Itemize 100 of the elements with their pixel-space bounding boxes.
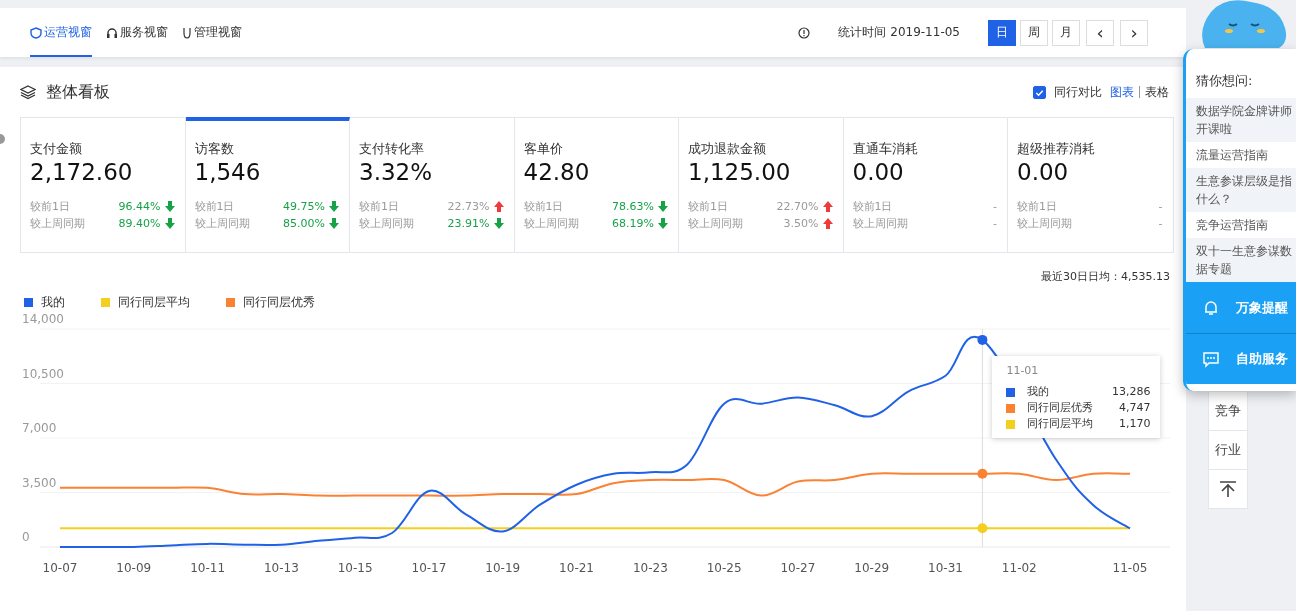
side-nav-item[interactable]: 行业 (1208, 431, 1248, 470)
nav-tab[interactable]: 管理视窗 (182, 8, 242, 57)
metric-value: 3.32% (359, 159, 434, 185)
legend-label[interactable]: 同行同层优秀 (243, 294, 315, 311)
nav-tab[interactable]: 运营视窗 (30, 8, 92, 57)
question-link[interactable]: 竞争运营指南 (1186, 212, 1296, 238)
comparison-label: 较上周同期 (523, 216, 579, 232)
comparison-label: 较上周同期 (194, 216, 250, 232)
comparison-change: 49.75% (283, 199, 325, 215)
data-point (977, 334, 988, 345)
view-toggle[interactable]: 图表 (1110, 83, 1134, 101)
comparison-change: 23.91% (447, 216, 490, 232)
comparison-change: 3.50% (783, 216, 819, 232)
metric-label: 超级推荐消耗 (1017, 140, 1096, 158)
metric-value: 0.00 (852, 159, 905, 185)
question-link[interactable]: 生意参谋层级是指什么？ (1186, 168, 1296, 212)
tooltip-value: 4,747 (1118, 400, 1151, 416)
comparison-change: - (1158, 216, 1163, 232)
tooltip-series-name: 同行同层平均 (1027, 416, 1095, 432)
comparison-change: 78.63% (612, 199, 654, 215)
x-axis-label: 11-05 (1112, 561, 1148, 575)
period-button[interactable]: 月 (1052, 19, 1080, 46)
comparison-label: 较前1日 (1017, 199, 1057, 215)
x-axis-label: 10-15 (337, 561, 373, 575)
comparison-label: 较前1日 (852, 199, 893, 215)
x-axis-label: 10-07 (42, 561, 78, 575)
y-axis-label: 14,000 (22, 313, 64, 326)
tooltip-value: 1,170 (1118, 416, 1151, 432)
back-to-top-icon (1219, 480, 1237, 498)
question-link[interactable]: 数据学院金牌讲师开课啦 (1186, 98, 1296, 142)
legend-label[interactable]: 同行同层平均 (118, 294, 190, 311)
metric-card[interactable]: 直通车消耗 0.00 较前1日 - 较上周同期 - (843, 117, 1008, 252)
comparison-label: 较前1日 (359, 199, 399, 215)
scroll-left-icon[interactable] (0, 132, 6, 146)
comparison-change: 89.40% (118, 216, 161, 232)
metric-label: 直通车消耗 (852, 140, 919, 158)
period-button[interactable]: 日 (988, 19, 1016, 46)
comparison-label: 较上周同期 (359, 216, 414, 232)
back-to-top-button[interactable] (1208, 470, 1248, 509)
comparison-label: 较前1日 (30, 199, 70, 215)
side-nav-item[interactable]: 竞争 (1208, 392, 1248, 431)
y-axis-label: 10,500 (22, 366, 64, 381)
chat-bubble-icon (1202, 350, 1220, 368)
x-axis-label: 10-25 (706, 561, 742, 575)
assistant-title: 猜你想问: (1195, 72, 1254, 90)
y-axis-label: 7,000 (22, 421, 57, 435)
x-axis-label: 10-19 (485, 561, 521, 575)
y-axis-label: 0 (22, 530, 30, 544)
bell-icon (1202, 298, 1220, 317)
metric-card[interactable]: 支付转化率 3.32% 较前1日 22.73% 较上周同期 23.91% (350, 117, 515, 252)
x-axis-label: 10-31 (928, 561, 963, 575)
metric-value: 0.00 (1017, 159, 1070, 185)
x-axis-label: 10-11 (190, 561, 225, 575)
view-toggle[interactable]: 表格 (1145, 83, 1169, 101)
tooltip-date: 11-01 (1006, 364, 1040, 377)
daily-average-text: 最近30日日均：4,535.13 (1041, 269, 1171, 284)
period-button[interactable]: 周 (1020, 19, 1048, 46)
comparison-label: 较前1日 (688, 199, 728, 215)
legend-label[interactable]: 我的 (41, 294, 65, 311)
stat-time-text: 统计时间 2019-11-05 (838, 24, 960, 41)
comparison-label: 较上周同期 (688, 216, 743, 232)
metric-label: 支付金额 (30, 140, 83, 158)
question-link[interactable]: 流量运营指南 (1186, 142, 1296, 168)
compare-checkbox[interactable] (1033, 85, 1046, 99)
data-point (977, 468, 988, 479)
x-axis-label: 11-02 (1001, 561, 1037, 575)
comparison-label: 较上周同期 (852, 216, 908, 232)
nav-tab[interactable]: 服务视窗 (106, 8, 168, 57)
previous-button[interactable]: ‹ (1086, 19, 1114, 46)
board-title: 整体看板 (46, 81, 110, 103)
metric-card[interactable]: 访客数 1,546 较前1日 49.75% 较上周同期 85.00% (185, 117, 350, 252)
tooltip-value: 13,286 (1111, 384, 1151, 400)
metric-value: 1,125.00 (688, 159, 792, 185)
shield-icon (30, 26, 42, 39)
metric-value: 1,546 (194, 159, 262, 185)
info-icon[interactable] (798, 26, 811, 39)
x-axis-label: 10-21 (559, 561, 594, 575)
comparison-label: 较前1日 (194, 199, 235, 215)
metric-label: 客单价 (523, 140, 564, 158)
x-axis-label: 10-27 (780, 561, 816, 575)
comparison-change: - (1158, 199, 1163, 215)
comparison-change: - (993, 216, 997, 232)
question-link[interactable]: 双十一生意参谋数据专题 (1186, 238, 1296, 282)
compare-label: 同行对比 (1054, 83, 1102, 101)
metric-card[interactable]: 超级推荐消耗 0.00 较前1日 - 较上周同期 - (1008, 117, 1173, 252)
x-axis-label: 10-17 (411, 561, 447, 575)
comparison-label: 较上周同期 (1017, 216, 1072, 232)
data-point (977, 523, 988, 534)
headphones-icon (106, 26, 118, 39)
metric-card[interactable]: 支付金额 2,172.60 较前1日 96.44% 较上周同期 89.40% (21, 117, 186, 252)
comparison-change: 22.73% (447, 199, 490, 215)
metric-card[interactable]: 成功退款金额 1,125.00 较前1日 22.70% 较上周同期 3.50% (679, 117, 844, 252)
metric-label: 支付转化率 (359, 140, 425, 158)
comparison-change: 68.19% (612, 216, 654, 232)
comparison-change: 85.00% (283, 216, 325, 232)
comparison-label: 较上周同期 (30, 216, 85, 232)
x-axis-label: 10-23 (632, 561, 668, 575)
comparison-label: 较前1日 (523, 199, 564, 215)
metric-card[interactable]: 客单价 42.80 较前1日 78.63% 较上周同期 68.19% (514, 117, 679, 252)
next-button[interactable]: › (1120, 19, 1148, 46)
